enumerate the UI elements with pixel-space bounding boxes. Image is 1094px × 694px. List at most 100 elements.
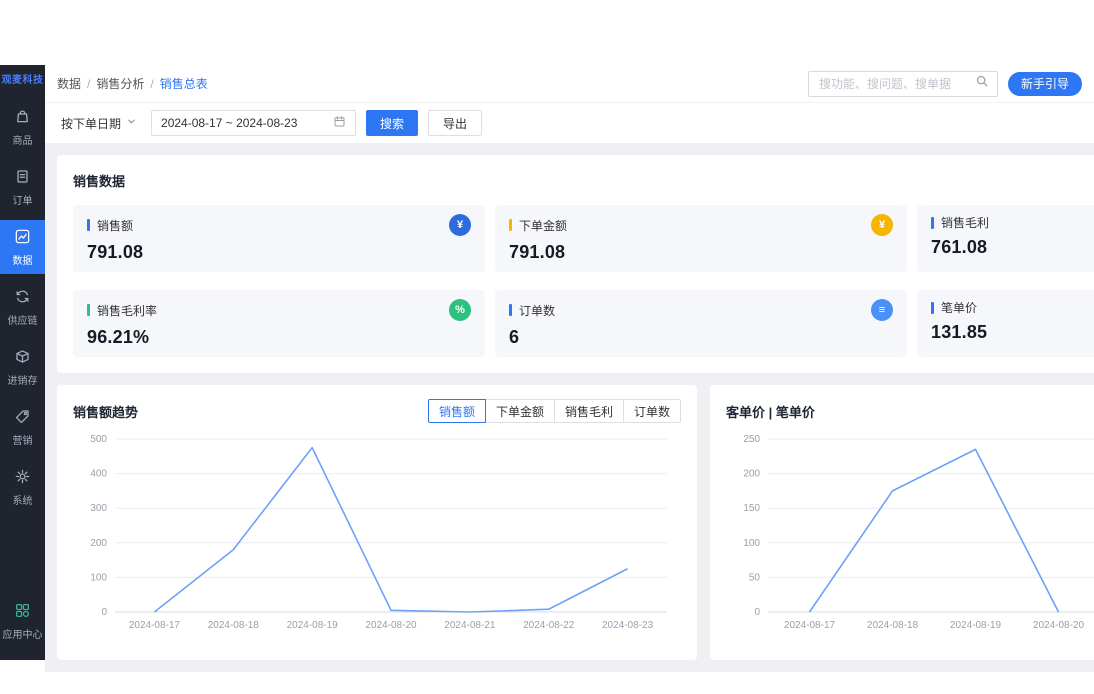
svg-text:2024-08-19: 2024-08-19 xyxy=(287,620,339,631)
global-search xyxy=(808,71,998,97)
tab-sales-amount[interactable]: 销售额 xyxy=(428,399,486,423)
breadcrumb: 数据 / 销售分析 / 销售总表 xyxy=(57,75,208,92)
sidebar-item-label: 数据 xyxy=(13,252,33,267)
sidebar-item-label: 订单 xyxy=(13,192,33,207)
accent-bar xyxy=(87,219,90,231)
tab-gross-profit[interactable]: 销售毛利 xyxy=(554,399,624,423)
marketing-icon xyxy=(14,408,31,428)
sidebar: 观麦科技 商品 订单 数据 xyxy=(0,65,45,660)
svg-text:200: 200 xyxy=(90,538,107,549)
stat-card-order-amount: 下单金额 ¥ 791.08 xyxy=(495,205,907,272)
sidebar-item-system[interactable]: 系统 xyxy=(0,460,45,514)
search-icon[interactable] xyxy=(975,74,989,93)
date-type-select[interactable]: 按下单日期 xyxy=(57,115,141,132)
sidebar-item-app-center[interactable]: 应用中心 xyxy=(0,594,45,648)
svg-text:300: 300 xyxy=(90,503,107,514)
filter-bar: 按下单日期 2024-08-17 ~ 2024-08-23 搜索 导出 xyxy=(45,103,1094,143)
accent-bar xyxy=(931,217,934,229)
svg-text:2024-08-18: 2024-08-18 xyxy=(208,620,260,631)
stat-label: 订单数 xyxy=(519,302,555,319)
date-range-input[interactable]: 2024-08-17 ~ 2024-08-23 xyxy=(151,110,356,136)
breadcrumb-current: 销售总表 xyxy=(160,75,208,92)
yuan-icon: ¥ xyxy=(871,214,893,236)
sidebar-item-supply-chain[interactable]: 供应链 xyxy=(0,280,45,334)
calendar-icon xyxy=(333,115,346,131)
svg-text:200: 200 xyxy=(743,469,760,480)
breadcrumb-item[interactable]: 数据 xyxy=(57,75,81,92)
svg-text:2024-08-20: 2024-08-20 xyxy=(365,620,417,631)
stat-card-sales-amount: 销售额 ¥ 791.08 xyxy=(73,205,485,272)
svg-text:2024-08-18: 2024-08-18 xyxy=(867,620,919,631)
chevron-down-icon xyxy=(126,116,137,130)
charts-row: 销售额趋势 销售额 下单金额 销售毛利 订单数 0100200300400500… xyxy=(57,385,1082,660)
brand-logo: 观麦科技 xyxy=(0,65,45,94)
sidebar-item-inventory[interactable]: 进销存 xyxy=(0,340,45,394)
stats-grid: 销售额 ¥ 791.08 下单金额 ¥ 791.08 xyxy=(73,205,1094,357)
panel-title: 客单价 | 笔单价 xyxy=(726,402,815,421)
svg-text:2024-08-20: 2024-08-20 xyxy=(1033,620,1085,631)
sidebar-item-label: 进销存 xyxy=(8,372,38,387)
svg-text:500: 500 xyxy=(90,434,107,445)
sidebar-item-goods[interactable]: 商品 xyxy=(0,100,45,154)
svg-text:2024-08-17: 2024-08-17 xyxy=(784,620,836,631)
stat-value: 6 xyxy=(509,327,893,348)
search-button[interactable]: 搜索 xyxy=(366,110,418,136)
stat-card-order-count: 订单数 ≡ 6 xyxy=(495,290,907,357)
stat-value: 791.08 xyxy=(509,242,893,263)
stat-card-gross-margin: 销售毛利率 % 96.21% xyxy=(73,290,485,357)
sidebar-item-orders[interactable]: 订单 xyxy=(0,160,45,214)
svg-text:50: 50 xyxy=(749,572,761,583)
breadcrumb-item[interactable]: 销售分析 xyxy=(96,75,144,92)
stat-card-per-order-price: 笔单价 131.85 xyxy=(917,290,1094,357)
svg-text:0: 0 xyxy=(754,607,760,618)
sales-trend-chart: 01002003004005002024-08-172024-08-182024… xyxy=(73,429,681,634)
panel-title: 销售额趋势 xyxy=(73,402,138,421)
accent-bar xyxy=(87,304,90,316)
gear-icon xyxy=(14,468,31,488)
stat-label: 销售毛利 xyxy=(941,214,989,231)
list-icon: ≡ xyxy=(871,299,893,321)
svg-text:0: 0 xyxy=(101,607,107,618)
top-header: 数据 / 销售分析 / 销售总表 新手引导 xyxy=(45,65,1094,103)
svg-text:2024-08-19: 2024-08-19 xyxy=(950,620,1002,631)
sidebar-item-marketing[interactable]: 营销 xyxy=(0,400,45,454)
sidebar-item-label: 营销 xyxy=(13,432,33,447)
date-type-label: 按下单日期 xyxy=(61,115,121,132)
stat-card-gross-profit: 销售毛利 761.08 xyxy=(917,205,1094,272)
sales-trend-panel: 销售额趋势 销售额 下单金额 销售毛利 订单数 0100200300400500… xyxy=(57,385,697,660)
stat-value: 761.08 xyxy=(931,237,1094,258)
content-area: 销售数据 销售额 ¥ 791.08 xyxy=(45,143,1094,672)
app-frame: 观麦科技 商品 订单 数据 xyxy=(0,65,1094,660)
yuan-icon: ¥ xyxy=(449,214,471,236)
search-input[interactable] xyxy=(817,76,969,92)
price-per-order-panel: 客单价 | 笔单价 0501001502002502024-08-172024-… xyxy=(710,385,1094,660)
svg-text:100: 100 xyxy=(90,572,107,583)
stat-label: 下单金额 xyxy=(519,217,567,234)
stat-label: 销售毛利率 xyxy=(97,302,157,319)
breadcrumb-separator: / xyxy=(87,77,90,91)
stat-value: 96.21% xyxy=(87,327,471,348)
sidebar-item-data[interactable]: 数据 xyxy=(0,220,45,274)
inventory-icon xyxy=(14,348,31,368)
sidebar-item-label: 系统 xyxy=(13,492,33,507)
sidebar-item-label: 商品 xyxy=(13,132,33,147)
svg-text:2024-08-21: 2024-08-21 xyxy=(444,620,496,631)
accent-bar xyxy=(509,304,512,316)
tab-order-amount[interactable]: 下单金额 xyxy=(485,399,555,423)
svg-text:250: 250 xyxy=(743,434,760,445)
beginner-guide-button[interactable]: 新手引导 xyxy=(1008,72,1082,96)
stat-label: 笔单价 xyxy=(941,299,977,316)
accent-bar xyxy=(931,302,934,314)
tab-order-count[interactable]: 订单数 xyxy=(623,399,681,423)
stat-value: 131.85 xyxy=(931,322,1094,343)
sales-data-panel: 销售数据 销售额 ¥ 791.08 xyxy=(57,155,1094,373)
main-area: 数据 / 销售分析 / 销售总表 新手引导 按下单日期 xyxy=(45,65,1094,660)
stat-label: 销售额 xyxy=(97,217,133,234)
price-per-order-chart: 0501001502002502024-08-172024-08-182024-… xyxy=(726,429,1094,634)
accent-bar xyxy=(509,219,512,231)
breadcrumb-separator: / xyxy=(150,77,153,91)
date-range-value: 2024-08-17 ~ 2024-08-23 xyxy=(161,116,297,130)
page: 观麦科技 商品 订单 数据 xyxy=(0,0,1094,694)
svg-text:100: 100 xyxy=(743,538,760,549)
export-button[interactable]: 导出 xyxy=(428,110,482,136)
